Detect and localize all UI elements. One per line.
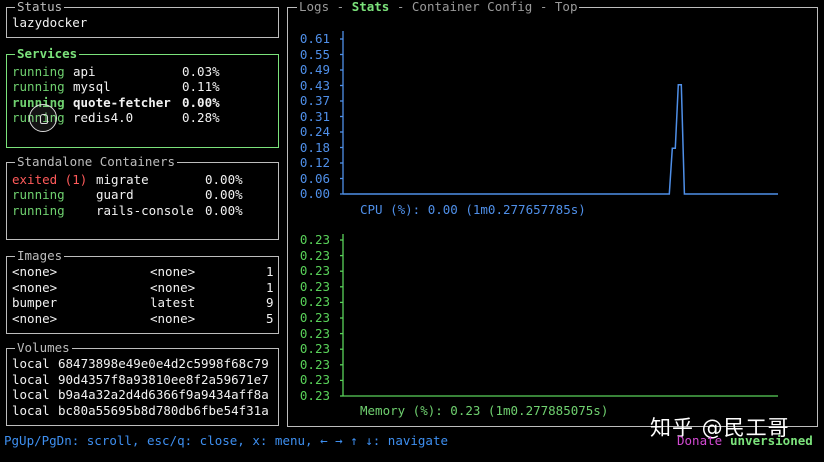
service-state: running xyxy=(12,64,65,79)
tab-container-config[interactable]: Container Config xyxy=(412,0,532,14)
volume-name: 90d4357f8a93810ee8f2a59671e7 xyxy=(58,372,269,387)
volumes-panel[interactable]: Volumes local 68473898e49e0e4d2c5998f68c… xyxy=(6,340,279,426)
container-state: running xyxy=(12,187,65,202)
memory-y-tick-label: 0.23 xyxy=(299,263,330,279)
memory-y-tick-label: 0.23 xyxy=(299,278,330,294)
status-panel[interactable]: Status lazydocker xyxy=(6,0,279,38)
main-panel[interactable]: Logs - Stats - Container Config - Top xyxy=(287,0,818,427)
cpu-y-tick-label: 0.49 xyxy=(299,62,330,77)
image-size: 1 xyxy=(266,280,274,295)
volumes-panel-title: Volumes xyxy=(15,340,72,356)
cpu-y-tick-label: 0.00 xyxy=(299,186,330,201)
memory-y-tick-label: 0.23 xyxy=(299,372,330,388)
volume-driver: local xyxy=(12,403,50,418)
image-repo: <none> xyxy=(12,264,58,279)
image-repo: <none> xyxy=(12,311,58,326)
service-state: running xyxy=(12,79,65,94)
memory-y-tick-label: 0.23 xyxy=(299,247,330,263)
keybindings-help: PgUp/PgDn: scroll, esc/q: close, x: menu… xyxy=(4,433,449,448)
service-name: mysql xyxy=(73,79,111,94)
volume-name: 68473898e49e0e4d2c5998f68c79 xyxy=(58,356,269,371)
status-value: lazydocker xyxy=(12,15,88,30)
donate-link[interactable]: Donate xyxy=(677,433,722,448)
memory-y-tick-label: 0.23 xyxy=(299,388,330,403)
cpu-y-tick-label: 0.24 xyxy=(299,124,330,139)
cpu-y-tick-label: 0.43 xyxy=(299,77,330,93)
container-cpu: 0.00% xyxy=(205,203,243,218)
image-size: 9 xyxy=(266,295,274,310)
service-name: quote-fetcher xyxy=(73,95,171,110)
service-cpu: 0.28% xyxy=(182,110,220,125)
cpu-chart-caption: CPU (%): 0.00 (1m0.277657785s) xyxy=(360,202,586,217)
service-name: api xyxy=(73,64,96,79)
image-repo: <none> xyxy=(12,280,58,295)
tab-top[interactable]: Top xyxy=(555,0,578,14)
cpu-y-tick-label: 0.06 xyxy=(299,170,330,186)
cpu-y-tick-label: 0.12 xyxy=(299,155,330,170)
mouse-cursor-icon xyxy=(29,104,57,132)
container-cpu: 0.00% xyxy=(205,187,243,202)
container-cpu: 0.00% xyxy=(205,172,243,187)
container-name: guard xyxy=(96,187,134,202)
volume-driver: local xyxy=(12,387,50,402)
image-size: 1 xyxy=(266,264,274,279)
service-cpu: 0.11% xyxy=(182,79,220,94)
service-cpu: 0.00% xyxy=(182,95,220,110)
container-state: exited (1) xyxy=(12,172,88,187)
memory-chart-caption: Memory (%): 0.23 (1m0.277885075s) xyxy=(360,403,609,418)
volume-driver: local xyxy=(12,372,50,387)
images-panel-title: Images xyxy=(15,248,65,264)
cpu-y-tick-label: 0.31 xyxy=(299,108,330,124)
container-state: running xyxy=(12,203,65,218)
memory-y-tick-label: 0.23 xyxy=(299,325,330,341)
standalone-containers-panel[interactable]: Standalone Containers exited (1) migrate… xyxy=(6,154,279,240)
service-name: redis4.0 xyxy=(73,110,134,125)
service-cpu: 0.03% xyxy=(182,64,220,79)
image-tag: <none> xyxy=(150,264,196,279)
memory-y-tick-label: 0.23 xyxy=(299,232,330,247)
container-name: migrate xyxy=(96,172,149,187)
image-tag: latest xyxy=(150,295,196,310)
version-label: unversioned xyxy=(730,433,813,448)
image-repo: bumper xyxy=(12,295,58,310)
memory-y-tick-label: 0.23 xyxy=(299,310,330,325)
image-size: 5 xyxy=(266,311,274,326)
cpu-y-tick-label: 0.18 xyxy=(299,139,330,155)
memory-y-tick-label: 0.23 xyxy=(299,356,330,372)
status-panel-title: Status xyxy=(15,0,65,15)
cpu-y-tick-label: 0.61 xyxy=(299,31,330,46)
images-panel[interactable]: Images <none> <none> 1 <none> <none> 1 b… xyxy=(6,248,279,334)
memory-y-tick-label: 0.23 xyxy=(299,294,330,310)
main-tabs: Logs - Stats - Container Config - Top xyxy=(297,0,580,15)
container-name: rails-console xyxy=(96,203,194,218)
image-tag: <none> xyxy=(150,280,196,295)
tab-logs[interactable]: Logs xyxy=(299,0,329,14)
services-panel-title: Services xyxy=(15,46,80,62)
volume-name: bc80a55695b8d780db6fbe54f31a xyxy=(58,403,269,418)
memory-y-tick-label: 0.23 xyxy=(299,341,330,357)
standalone-containers-title: Standalone Containers xyxy=(15,154,178,170)
tab-stats[interactable]: Stats xyxy=(352,0,390,14)
services-panel[interactable]: Services running api 0.03% running mysql… xyxy=(6,46,279,148)
volume-name: b9a4a32a2d4d6366f9a9434aff8a xyxy=(58,387,269,402)
image-tag: <none> xyxy=(150,311,196,326)
volume-driver: local xyxy=(12,356,50,371)
cpu-y-tick-label: 0.37 xyxy=(299,93,330,108)
cpu-y-tick-label: 0.55 xyxy=(299,46,330,62)
